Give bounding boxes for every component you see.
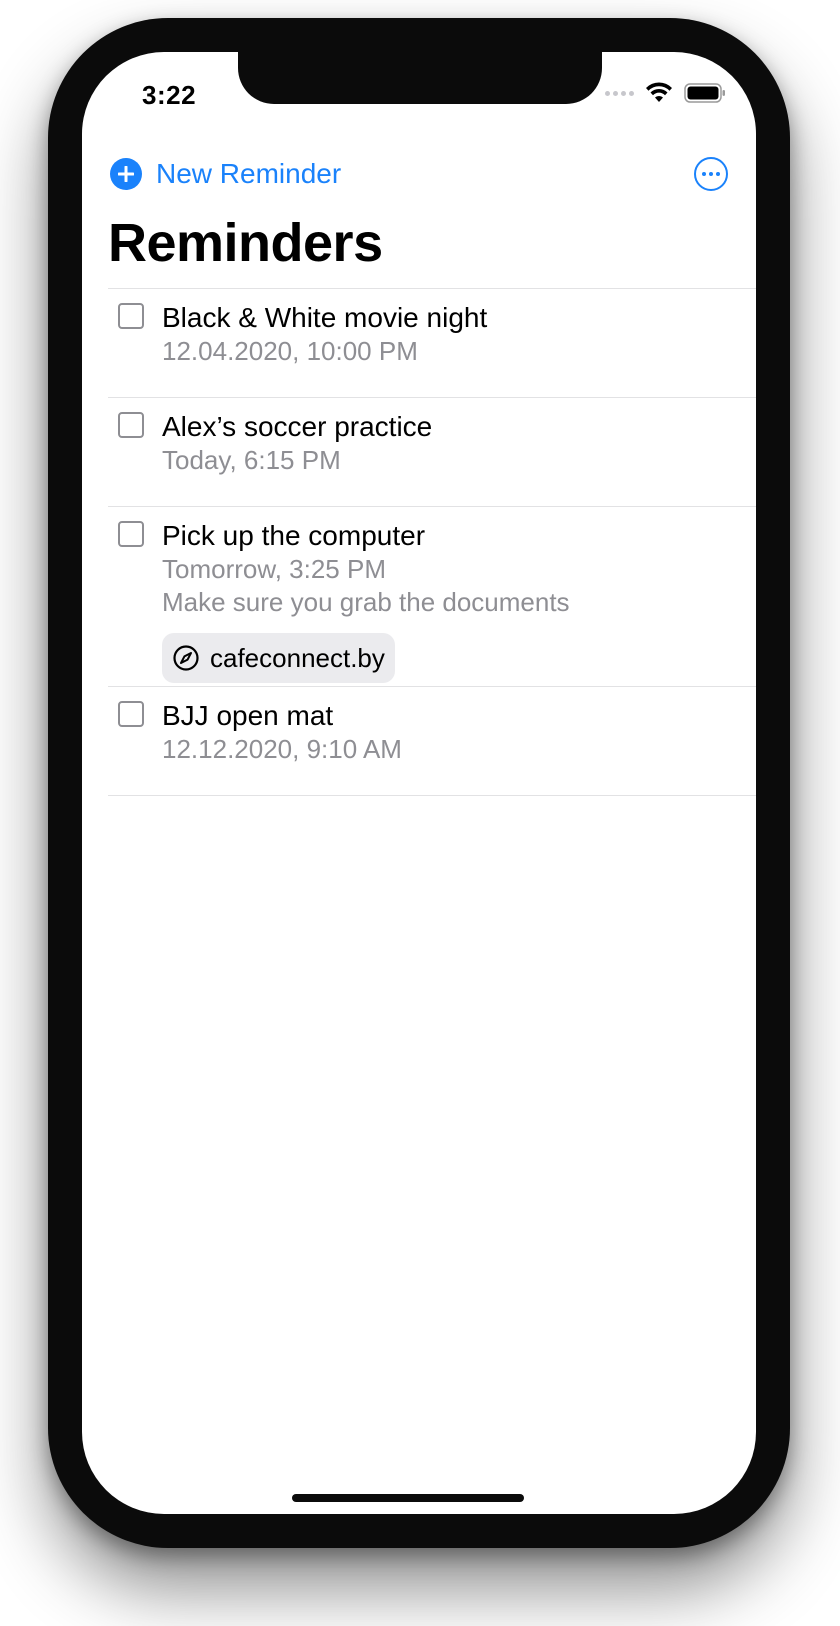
reminder-title: Alex’s soccer practice (162, 411, 433, 442)
signal-dots-icon (605, 90, 634, 96)
reminder-link-text: cafeconnect.by (210, 642, 385, 673)
reminder-title: Pick up the computer (162, 520, 426, 551)
new-reminder-button[interactable]: New Reminder (110, 158, 341, 190)
ellipsis-circle-icon (702, 172, 706, 176)
toolbar: New Reminder (110, 152, 728, 196)
reminder-date: 12.12.2020, 9:10 AM (162, 734, 402, 764)
reminder-title: BJJ open mat (162, 700, 334, 731)
new-reminder-label: New Reminder (156, 158, 342, 189)
reminder-checkbox[interactable] (118, 701, 144, 727)
compass-icon (173, 645, 199, 671)
more-options-button[interactable] (694, 157, 728, 191)
status-time: 3:22 (142, 80, 197, 110)
reminder-link-chip[interactable]: cafeconnect.by (162, 633, 395, 683)
status-icons (605, 82, 726, 104)
reminder-date: 12.04.2020, 10:00 PM (162, 336, 418, 366)
reminder-checkbox[interactable] (118, 521, 144, 547)
home-indicator[interactable] (292, 1494, 524, 1502)
reminder-row[interactable]: BJJ open mat 12.12.2020, 9:10 AM (108, 686, 756, 796)
reminder-checkbox[interactable] (118, 303, 144, 329)
reminder-date: Tomorrow, 3:25 PM (162, 554, 386, 584)
page-title: Reminders (108, 213, 383, 273)
wifi-icon (646, 82, 672, 102)
reminder-row[interactable]: Pick up the computer Tomorrow, 3:25 PM M… (108, 506, 756, 686)
reminder-date: Today, 6:15 PM (162, 445, 341, 475)
reminder-row[interactable]: Black & White movie night 12.04.2020, 10… (108, 288, 756, 397)
reminder-note: Make sure you grab the documents (162, 587, 570, 617)
phone-screen: 3:22 New Reminder Reminders Black & Whit… (82, 52, 756, 1514)
plus-circle-icon (110, 158, 142, 190)
battery-icon (684, 83, 725, 103)
reminder-row[interactable]: Alex’s soccer practice Today, 6:15 PM (108, 397, 756, 506)
reminder-checkbox[interactable] (118, 412, 144, 438)
notch (238, 52, 602, 104)
reminders-list: Black & White movie night 12.04.2020, 10… (108, 288, 756, 796)
reminder-title: Black & White movie night (162, 302, 488, 333)
